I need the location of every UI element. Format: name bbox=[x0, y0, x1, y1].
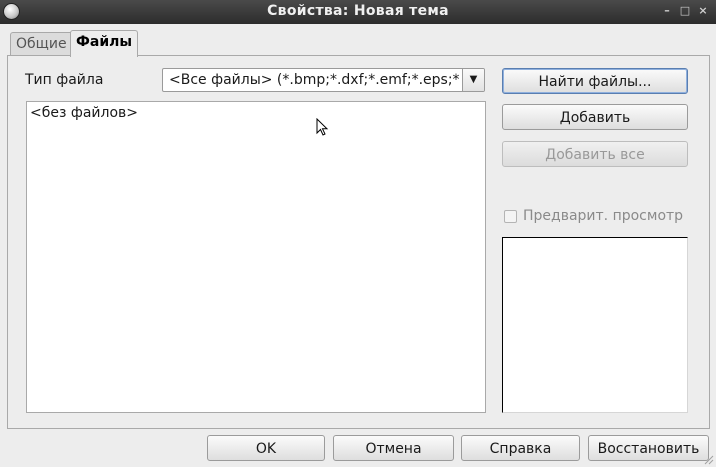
file-list[interactable]: <без файлов> bbox=[26, 101, 486, 413]
preview-checkbox-label: Предварит. просмотр bbox=[523, 208, 684, 224]
title-bar[interactable]: Свойства: Новая тема – □ × bbox=[0, 0, 716, 24]
chevron-down-icon[interactable]: ▼ bbox=[462, 69, 484, 91]
file-type-value: <Все файлы> (*.bmp;*.dxf;*.emf;*.eps;*. bbox=[169, 72, 461, 88]
add-all-button[interactable]: Добавить все bbox=[502, 141, 688, 167]
file-type-label: Тип файла bbox=[25, 72, 104, 88]
file-type-select[interactable]: <Все файлы> (*.bmp;*.dxf;*.emf;*.eps;*. … bbox=[162, 68, 485, 92]
tab-files[interactable]: Файлы bbox=[70, 30, 139, 57]
ok-button[interactable]: OK bbox=[207, 435, 325, 461]
file-list-empty-text: <без файлов> bbox=[30, 105, 139, 121]
reset-button[interactable]: Восстановить bbox=[588, 435, 709, 461]
find-files-button[interactable]: Найти файлы... bbox=[502, 68, 688, 94]
cancel-button[interactable]: Отмена bbox=[333, 435, 454, 461]
add-button[interactable]: Добавить bbox=[502, 104, 688, 130]
maximize-icon[interactable]: □ bbox=[678, 4, 692, 18]
resize-grip-icon[interactable] bbox=[704, 455, 714, 465]
minimize-icon[interactable]: – bbox=[660, 4, 674, 18]
mouse-cursor-icon bbox=[316, 118, 329, 136]
window-title: Свойства: Новая тема bbox=[267, 3, 449, 19]
close-icon[interactable]: × bbox=[696, 4, 710, 18]
tab-general[interactable]: Общие bbox=[10, 32, 73, 56]
preview-checkbox[interactable] bbox=[504, 210, 517, 223]
preview-pane bbox=[502, 237, 688, 413]
help-button[interactable]: Справка bbox=[461, 435, 580, 461]
